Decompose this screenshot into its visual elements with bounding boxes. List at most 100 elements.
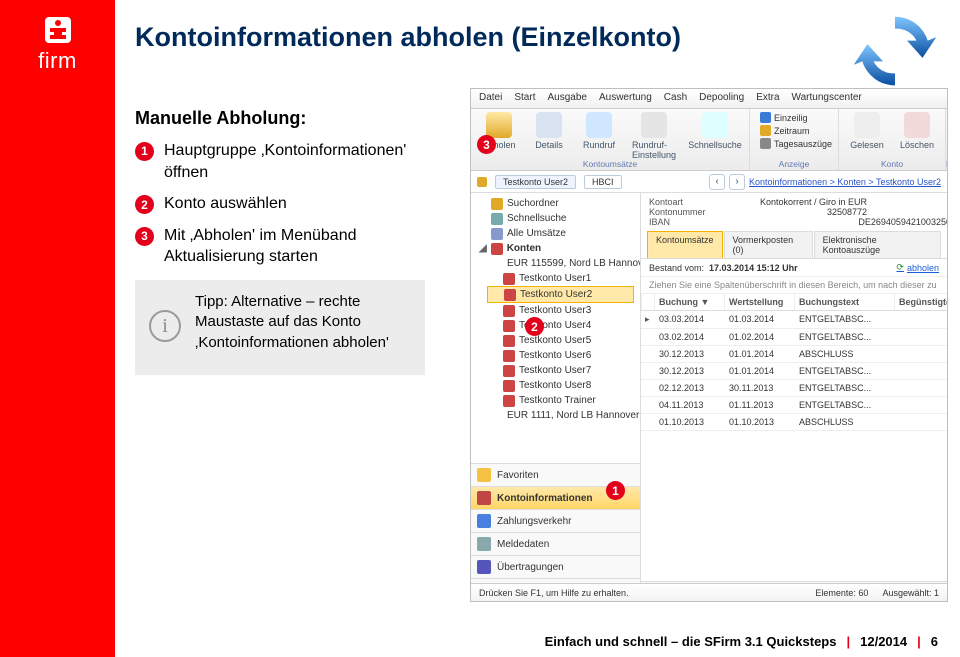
table-row[interactable]: 30.12.201301.01.2014ENTGELTABSC... [641, 363, 947, 380]
ribbon-rundruf-button[interactable]: Rundruf [577, 112, 621, 160]
tree-item-account[interactable]: Testkonto User6 [487, 348, 636, 363]
table-row[interactable]: 03.02.201401.02.2014ENTGELTABSC... [641, 329, 947, 346]
folder-icon [477, 177, 487, 187]
ribbon-tagesauszuege[interactable]: Tagesauszüge [760, 138, 832, 149]
sidebar-tab-label: Zahlungsverkehr [497, 516, 571, 527]
ribbon-schnellsuche-button[interactable]: Schnellsuche [687, 112, 743, 160]
callout-3: 3 [477, 135, 496, 154]
tree-item-alle-umsaetze[interactable]: Alle Umsätze [475, 226, 636, 241]
breadcrumb-back-button[interactable]: ‹ [709, 174, 725, 190]
tree-item-account[interactable]: EUR 115599, Nord LB Hannover [487, 256, 636, 271]
ribbon-details-button[interactable]: Details [527, 112, 571, 160]
meta-refresh-link[interactable]: ⟳ abholen [896, 262, 939, 273]
breadcrumb-chip-account[interactable]: Testkonto User2 [495, 175, 576, 189]
app-details-pane: Kontoart Kontokorrent / Giro in EUR Kont… [641, 193, 947, 601]
step-text: Hauptgruppe ‚Kontoinformationen' öffnen [164, 140, 435, 183]
meta-prefix: Bestand vom: [649, 263, 704, 273]
steps-list: 1 Hauptgruppe ‚Kontoinformationen' öffne… [135, 140, 435, 278]
ribbon-rundruf-einstellung-button[interactable]: Rundruf- Einstellung [627, 112, 681, 160]
ribbon-zeitraum[interactable]: Zeitraum [760, 125, 832, 136]
page-footer: Einfach und schnell – die SFirm 3.1 Quic… [0, 634, 960, 649]
zv-icon [477, 514, 491, 528]
sidebar-tab-md[interactable]: Meldedaten [471, 532, 640, 555]
tree-item-account[interactable]: Testkonto User2 [487, 286, 634, 303]
tree-item-account[interactable]: EUR 1111, Nord LB Hannover [487, 408, 636, 423]
app-statusbar: Drücken Sie F1, um Hilfe zu erhalten. El… [471, 583, 947, 601]
menu-cash[interactable]: Cash [664, 92, 687, 105]
menu-ausgabe[interactable]: Ausgabe [547, 92, 586, 105]
col-buchung[interactable]: Buchung ▼ [655, 294, 725, 310]
fav-icon [477, 468, 491, 482]
subtab-kontoumsaetze[interactable]: Kontoumsätze [647, 231, 723, 258]
tree-item-account[interactable]: Testkonto User8 [487, 378, 636, 393]
app-screenshot: Datei Start Ausgabe Auswertung Cash Depo… [470, 88, 948, 602]
tree-item-account[interactable]: Testkonto User3 [487, 303, 636, 318]
footer-page: 6 [931, 634, 938, 649]
menu-auswertung[interactable]: Auswertung [599, 92, 652, 105]
app-menubar: Datei Start Ausgabe Auswertung Cash Depo… [471, 89, 947, 109]
md-icon [477, 537, 491, 551]
col-beguenstigter[interactable]: Begünstigter [895, 294, 947, 310]
sidebar-tab-ub[interactable]: Übertragungen [471, 555, 640, 578]
bank-icon [503, 350, 515, 362]
bank-icon [503, 335, 515, 347]
sidebar-tab-label: Kontoinformationen [497, 493, 593, 504]
footer-date: 12/2014 [860, 634, 907, 649]
tree-item-label: Testkonto User2 [520, 289, 592, 300]
ribbon-gelesen-button[interactable]: Gelesen [845, 112, 889, 150]
tree-item-schnellsuche[interactable]: Schnellsuche [475, 211, 636, 226]
footer-separator: | [846, 634, 850, 649]
tree-item-account[interactable]: Testkonto Trainer [487, 393, 636, 408]
ribbon-group-label: Anzeige [750, 159, 838, 169]
table-row[interactable]: ▸03.03.201401.03.2014ENTGELTABSC... [641, 311, 947, 329]
menu-extra[interactable]: Extra [756, 92, 779, 105]
value-kontoart: Kontokorrent / Giro in EUR [737, 197, 867, 207]
tree-item-account[interactable]: Testkonto User4 [487, 318, 636, 333]
tree-item-label: EUR 115599, Nord LB Hannover [507, 258, 641, 269]
step-badge-3: 3 [135, 227, 154, 246]
ribbon-group-label: Konto [839, 159, 945, 169]
tree-item-suchordner[interactable]: Suchordner [475, 196, 636, 211]
tree-item-account[interactable]: Testkonto User1 [487, 271, 636, 286]
menu-depooling[interactable]: Depooling [699, 92, 744, 105]
sidebar-tab-label: Favoriten [497, 470, 539, 481]
breadcrumb-chip-hbci[interactable]: HBCI [584, 175, 622, 189]
tree-item-label: Testkonto User5 [519, 335, 591, 346]
ribbon-einzeilig[interactable]: Einzeilig [760, 112, 832, 123]
menu-datei[interactable]: Datei [479, 92, 502, 105]
section-subtitle: Manuelle Abholung: [135, 108, 306, 129]
ki-icon [477, 491, 491, 505]
breadcrumb-path[interactable]: Kontoinformationen > Konten > Testkonto … [749, 177, 941, 187]
ribbon-loeschen-button[interactable]: Löschen [895, 112, 939, 150]
ub-icon [477, 560, 491, 574]
status-elemente: Elemente: 60 [815, 588, 868, 598]
status-ausgewaehlt: Ausgewählt: 1 [882, 588, 939, 598]
menu-wartungscenter[interactable]: Wartungscenter [792, 92, 862, 105]
col-buchungstext[interactable]: Buchungstext [795, 294, 895, 310]
step-badge-1: 1 [135, 142, 154, 161]
pane-subtabs: Kontoumsätze Vormerkposten (0) Elektroni… [641, 231, 947, 259]
tree-item-account[interactable]: Testkonto User5 [487, 333, 636, 348]
value-kontonummer: 32508772 [737, 207, 867, 217]
status-help: Drücken Sie F1, um Hilfe zu erhalten. [479, 588, 629, 598]
tree-node-konten[interactable]: ◢ Konten [475, 241, 636, 256]
col-wertstellung[interactable]: Wertstellung [725, 294, 795, 310]
tree-item-account[interactable]: Testkonto User7 [487, 363, 636, 378]
sidebar-tab-label: Übertragungen [497, 562, 564, 573]
bank-icon [503, 305, 515, 317]
tree-item-label: Testkonto Trainer [519, 395, 596, 406]
footer-separator: | [917, 634, 921, 649]
refresh-arrows-icon [852, 8, 938, 94]
breadcrumb-forward-button[interactable]: › [729, 174, 745, 190]
subtab-kontoauszuege[interactable]: Elektronische Kontoauszüge [814, 231, 941, 258]
subtab-vormerkposten[interactable]: Vormerkposten (0) [724, 231, 813, 258]
step-text: Konto auswählen [164, 193, 287, 215]
sidebar-tab-zv[interactable]: Zahlungsverkehr [471, 509, 640, 532]
table-row[interactable]: 04.11.201301.11.2013ENTGELTABSC... [641, 397, 947, 414]
table-row[interactable]: 02.12.201330.11.2013ENTGELTABSC... [641, 380, 947, 397]
bank-icon [503, 320, 515, 332]
menu-start[interactable]: Start [514, 92, 535, 105]
grid-group-hint: Ziehen Sie eine Spaltenüberschrift in di… [641, 277, 947, 294]
table-row[interactable]: 30.12.201301.01.2014ABSCHLUSS [641, 346, 947, 363]
table-row[interactable]: 01.10.201301.10.2013ABSCHLUSS [641, 414, 947, 431]
